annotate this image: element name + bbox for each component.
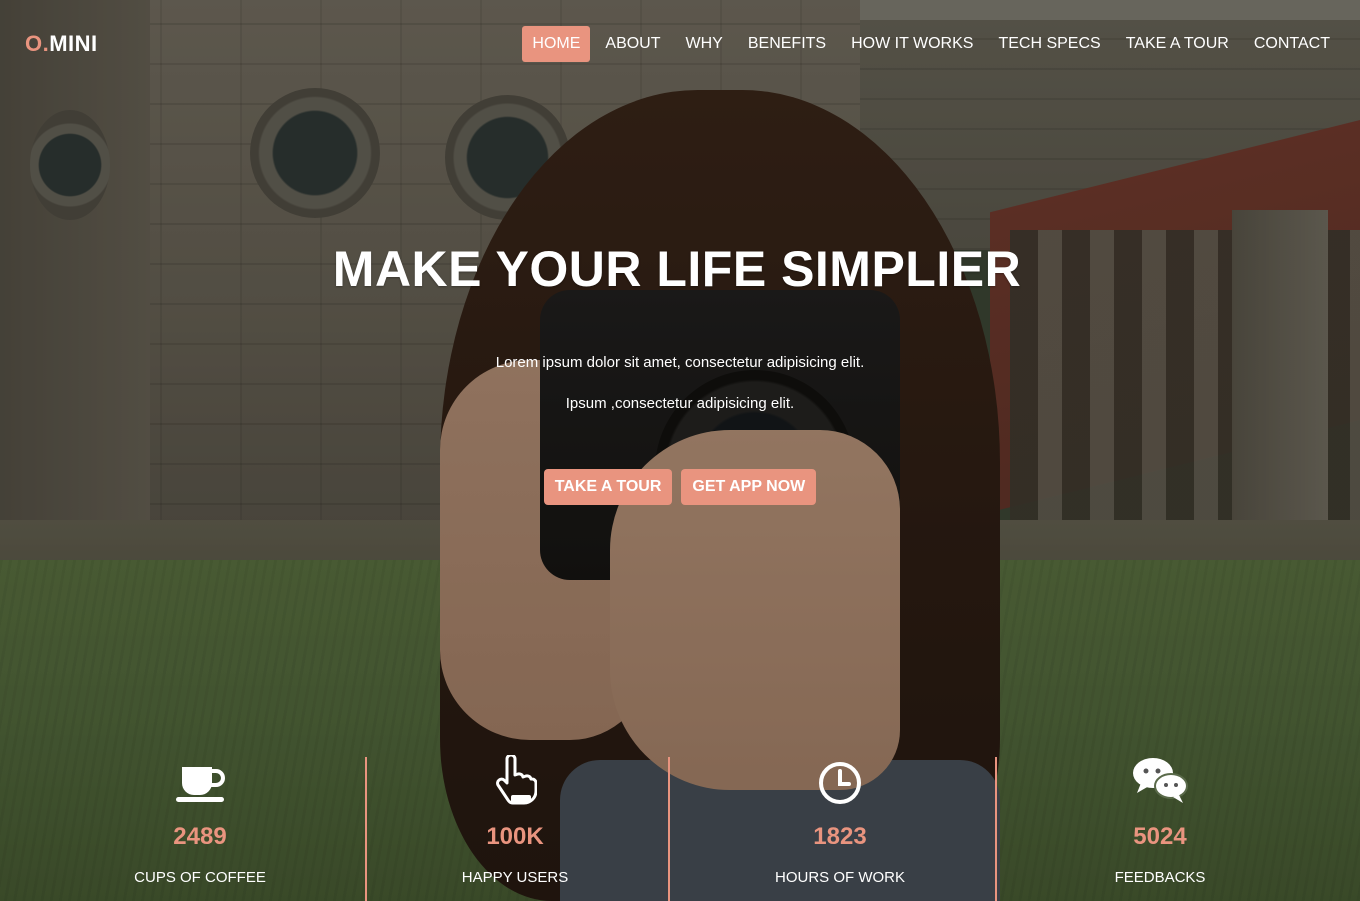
stat-hours-label: HOURS OF WORK [775, 869, 905, 886]
nav-why[interactable]: WHY [676, 26, 733, 62]
brand-prefix: O. [25, 31, 50, 56]
nav-contact[interactable]: CONTACT [1244, 26, 1340, 62]
hero-subtitle-line-1: Lorem ipsum dolor sit amet, consectetur … [495, 354, 865, 371]
stat-users-value: 100K [486, 823, 544, 850]
navbar: O.MINI HOME ABOUT WHY BENEFITS HOW IT WO… [0, 0, 1360, 88]
pointing-hand-icon [355, 755, 675, 805]
stat-users-label: HAPPY USERS [461, 869, 569, 886]
stat-coffee-value: 2489 [173, 823, 227, 850]
nav-take-a-tour[interactable]: TAKE A TOUR [1116, 26, 1239, 62]
stat-feedbacks-label: FEEDBACKS [1114, 869, 1206, 886]
take-a-tour-button[interactable]: TAKE A TOUR [543, 469, 673, 505]
stats-bar: 2489 CUPS OF COFFEE 100K HAPPY USERS 182… [45, 755, 1315, 901]
coffee-cup-icon [45, 755, 355, 805]
brand-logo[interactable]: O.MINI [25, 31, 98, 57]
stat-divider [995, 757, 997, 901]
hero-section: MAKE YOUR LIFE SIMPLIER Lorem ipsum dolo… [0, 240, 1360, 505]
stat-users: 100K HAPPY USERS [355, 755, 675, 901]
get-app-now-button[interactable]: GET APP NOW [681, 469, 817, 505]
hero-buttons: TAKE A TOUR GET APP NOW [0, 469, 1360, 505]
clock-icon [675, 755, 1005, 805]
brand-name: MINI [49, 31, 98, 56]
nav-benefits[interactable]: BENEFITS [738, 26, 836, 62]
hero-subtitle-line-2: Ipsum ,consectetur adipisicing elit. [565, 395, 795, 412]
nav-home[interactable]: HOME [522, 26, 591, 62]
chat-bubbles-icon [1005, 755, 1315, 805]
stat-coffee: 2489 CUPS OF COFFEE [45, 755, 355, 901]
stat-hours: 1823 HOURS OF WORK [675, 755, 1005, 901]
stat-feedbacks-value: 5024 [1133, 823, 1187, 850]
nav-how-it-works[interactable]: HOW IT WORKS [841, 26, 983, 62]
stat-feedbacks: 5024 FEEDBACKS [1005, 755, 1315, 901]
stat-coffee-label: CUPS OF COFFEE [134, 869, 266, 886]
nav-tech-specs[interactable]: TECH SPECS [988, 26, 1110, 62]
hero-title: MAKE YOUR LIFE SIMPLIER [332, 241, 1022, 297]
nav-about[interactable]: ABOUT [595, 26, 670, 62]
stat-divider [668, 757, 670, 901]
main-menu: HOME ABOUT WHY BENEFITS HOW IT WORKS TEC… [517, 26, 1340, 62]
stat-hours-value: 1823 [813, 823, 867, 850]
